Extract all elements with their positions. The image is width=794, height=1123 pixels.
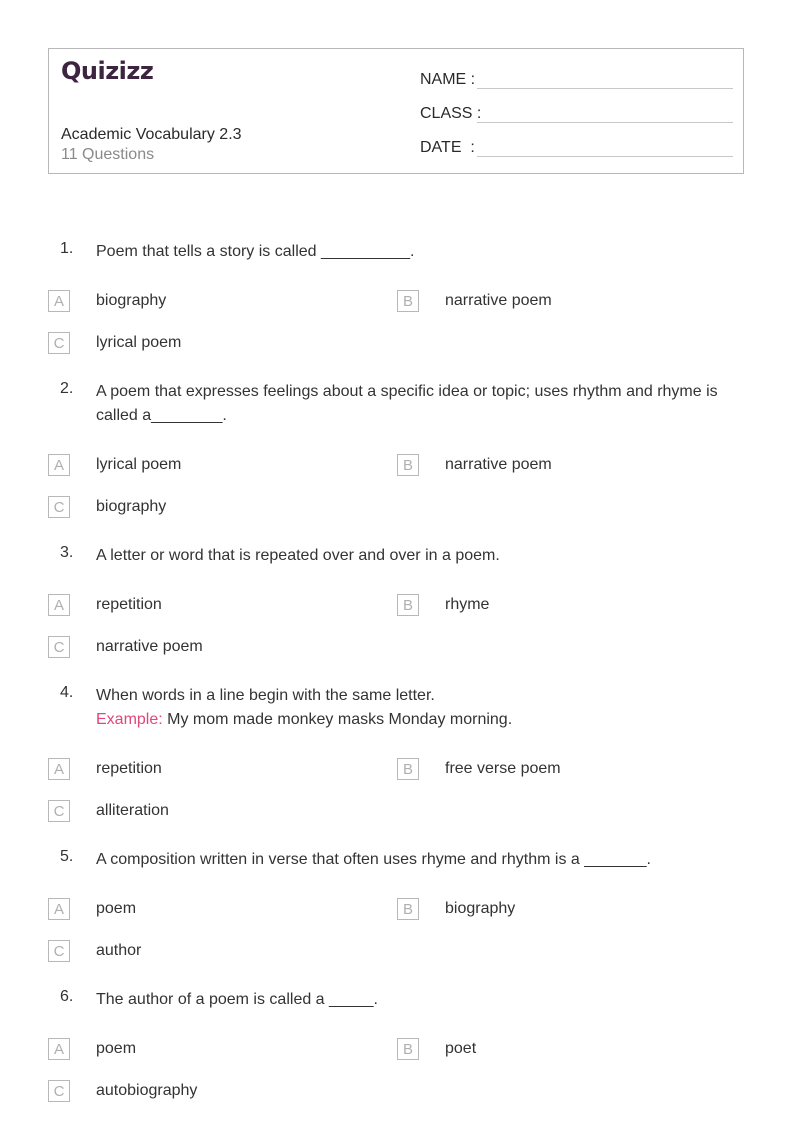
question-number: 3. — [60, 544, 74, 561]
option-letter-box: B — [397, 898, 419, 920]
example-label: Example: — [96, 711, 163, 728]
option-b[interactable]: B narrative poem — [397, 289, 552, 313]
option-text: poem — [96, 900, 137, 917]
option-text: poem — [96, 1040, 137, 1057]
question-text: A composition written in verse that ofte… — [96, 851, 651, 868]
class-input-line[interactable] — [477, 102, 733, 123]
quizizz-logo: Quizizz — [61, 57, 154, 85]
worksheet-header: Quizizz Academic Vocabulary 2.3 11 Quest… — [48, 48, 744, 174]
option-letter-box: A — [48, 758, 70, 780]
question-text: A letter or word that is repeated over a… — [96, 547, 500, 564]
option-letter-box: A — [48, 290, 70, 312]
question-text: The author of a poem is called a _____. — [96, 991, 378, 1008]
question-text: When words in a line begin with the same… — [96, 684, 746, 732]
option-letter-box: B — [397, 290, 419, 312]
option-letter-box: C — [48, 940, 70, 962]
option-c[interactable]: C autobiography — [48, 1079, 197, 1103]
option-letter-box: B — [397, 454, 419, 476]
option-letter-box: A — [48, 454, 70, 476]
class-label: CLASS : — [420, 105, 482, 122]
option-letter-box: C — [48, 636, 70, 658]
option-text: autobiography — [96, 1082, 198, 1099]
option-a[interactable]: A poem — [48, 897, 136, 921]
question-text-main: When words in a line begin with the same… — [96, 687, 435, 704]
option-text: biography — [445, 900, 516, 917]
option-letter-box: C — [48, 496, 70, 518]
question-count: 11 Questions — [61, 146, 155, 163]
option-text: author — [96, 942, 142, 959]
option-c[interactable]: C biography — [48, 495, 166, 519]
name-label: NAME : — [420, 71, 476, 88]
option-letter-box: B — [397, 594, 419, 616]
option-text: narrative poem — [445, 456, 552, 473]
date-label: DATE : — [420, 139, 475, 156]
option-text: lyrical poem — [96, 456, 182, 473]
option-b[interactable]: B rhyme — [397, 593, 489, 617]
class-field[interactable]: CLASS : — [420, 101, 733, 123]
option-text: biography — [96, 292, 167, 309]
option-text: lyrical poem — [96, 334, 182, 351]
option-c[interactable]: C author — [48, 939, 141, 963]
option-c[interactable]: C narrative poem — [48, 635, 203, 659]
option-letter-box: B — [397, 758, 419, 780]
name-field[interactable]: NAME : — [420, 67, 733, 89]
option-a[interactable]: A repetition — [48, 593, 162, 617]
option-text: narrative poem — [445, 292, 552, 309]
option-a[interactable]: A repetition — [48, 757, 162, 781]
date-field[interactable]: DATE : — [420, 135, 733, 157]
option-text: repetition — [96, 760, 162, 777]
name-input-line[interactable] — [477, 68, 733, 89]
option-letter-box: C — [48, 800, 70, 822]
option-a[interactable]: A biography — [48, 289, 166, 313]
option-text: repetition — [96, 596, 162, 613]
option-letter-box: A — [48, 1038, 70, 1060]
option-letter-box: C — [48, 1080, 70, 1102]
option-text: poet — [445, 1040, 477, 1057]
option-b[interactable]: B free verse poem — [397, 757, 561, 781]
option-letter-box: B — [397, 1038, 419, 1060]
option-b[interactable]: B poet — [397, 1037, 476, 1061]
option-letter-box: A — [48, 898, 70, 920]
option-text: alliteration — [96, 802, 169, 819]
option-text: rhyme — [445, 596, 490, 613]
option-c[interactable]: C lyrical poem — [48, 331, 181, 355]
question-text: Poem that tells a story is called ______… — [96, 243, 415, 260]
question-number: 1. — [60, 240, 74, 257]
option-letter-box: C — [48, 332, 70, 354]
option-a[interactable]: A lyrical poem — [48, 453, 181, 477]
option-text: free verse poem — [445, 760, 561, 777]
option-text: biography — [96, 498, 167, 515]
option-b[interactable]: B narrative poem — [397, 453, 552, 477]
option-letter-box: A — [48, 594, 70, 616]
example-text: My mom made monkey masks Monday morning. — [162, 711, 513, 728]
option-c[interactable]: C alliteration — [48, 799, 169, 823]
question-number: 4. — [60, 684, 74, 701]
question-number: 5. — [60, 848, 74, 865]
question-number: 2. — [60, 380, 74, 397]
option-text: narrative poem — [96, 638, 203, 655]
question-text: A poem that expresses feelings about a s… — [96, 383, 718, 424]
date-input-line[interactable] — [477, 136, 733, 157]
option-a[interactable]: A poem — [48, 1037, 136, 1061]
option-b[interactable]: B biography — [397, 897, 515, 921]
question-number: 6. — [60, 988, 74, 1005]
worksheet-title: Academic Vocabulary 2.3 — [61, 126, 242, 143]
